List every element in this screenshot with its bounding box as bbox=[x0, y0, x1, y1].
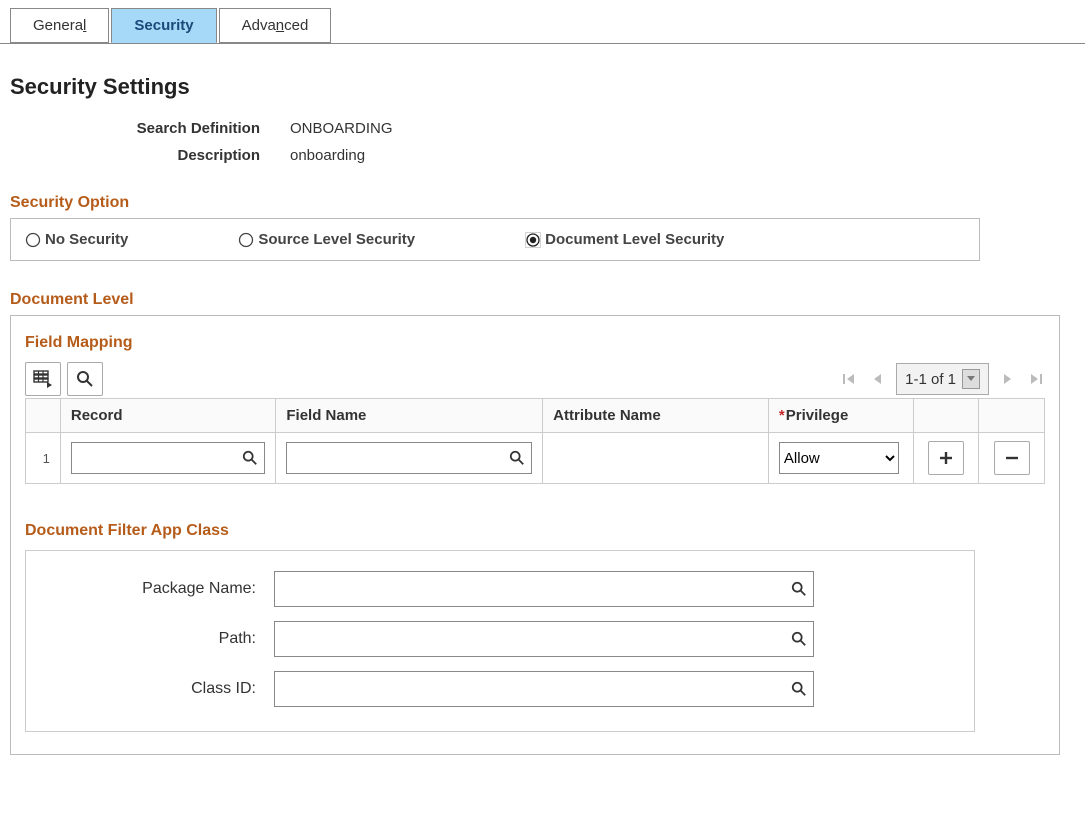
tab-advanced[interactable]: Advanced bbox=[219, 8, 332, 43]
pager-last-icon[interactable] bbox=[1027, 372, 1045, 386]
package-name-lookup[interactable] bbox=[274, 571, 814, 607]
page-title: Security Settings bbox=[10, 74, 1075, 100]
attribute-name-cell bbox=[543, 433, 769, 484]
pager-first-icon[interactable] bbox=[840, 372, 858, 386]
col-attribute-name[interactable]: Attribute Name bbox=[543, 399, 769, 433]
path-input[interactable] bbox=[275, 622, 813, 656]
class-id-label: Class ID: bbox=[44, 680, 274, 698]
grid-action-button[interactable] bbox=[25, 362, 61, 396]
grid-header-row: Record Field Name Attribute Name *Privil… bbox=[26, 399, 1045, 433]
tab-general-key: l bbox=[83, 17, 86, 34]
tab-general[interactable]: General bbox=[10, 8, 109, 43]
col-delete bbox=[979, 399, 1045, 433]
grid-toolbar: 1-1 of 1 bbox=[25, 362, 1045, 396]
search-definition-label: Search Definition bbox=[10, 120, 290, 137]
pager-prev-icon[interactable] bbox=[868, 372, 886, 386]
search-icon[interactable] bbox=[791, 581, 807, 597]
row-number: 1 bbox=[26, 433, 61, 484]
search-icon[interactable] bbox=[509, 450, 525, 466]
tab-bar: General Security Advanced bbox=[0, 0, 1085, 44]
radio-no-security-label: No Security bbox=[45, 231, 128, 248]
document-level-heading: Document Level bbox=[10, 291, 1075, 309]
field-mapping-grid: Record Field Name Attribute Name *Privil… bbox=[25, 398, 1045, 484]
tab-security-label: Security bbox=[134, 17, 193, 34]
radio-no-security[interactable]: No Security bbox=[25, 231, 128, 248]
package-name-input[interactable] bbox=[275, 572, 813, 606]
col-field-name[interactable]: Field Name bbox=[276, 399, 543, 433]
col-add bbox=[913, 399, 979, 433]
required-indicator: * bbox=[779, 407, 785, 424]
security-option-heading: Security Option bbox=[10, 194, 1075, 212]
col-privilege[interactable]: *Privilege bbox=[768, 399, 913, 433]
description-value: onboarding bbox=[290, 147, 365, 164]
class-id-lookup[interactable] bbox=[274, 671, 814, 707]
col-record[interactable]: Record bbox=[60, 399, 275, 433]
col-rownum bbox=[26, 399, 61, 433]
pager-dropdown-icon[interactable] bbox=[962, 369, 980, 389]
add-row-button[interactable] bbox=[928, 441, 964, 475]
search-icon[interactable] bbox=[242, 450, 258, 466]
pager-next-icon[interactable] bbox=[999, 372, 1017, 386]
search-icon[interactable] bbox=[791, 631, 807, 647]
tab-advanced-suffix: ced bbox=[284, 17, 308, 34]
grid-row: 1 bbox=[26, 433, 1045, 484]
radio-source-level[interactable]: Source Level Security bbox=[238, 231, 415, 248]
tab-general-prefix: Genera bbox=[33, 17, 83, 34]
pager-text: 1-1 of 1 bbox=[905, 371, 956, 388]
security-option-group: No Security Source Level Security Docume… bbox=[10, 218, 980, 261]
filter-app-class-heading: Document Filter App Class bbox=[25, 522, 1045, 540]
class-id-input[interactable] bbox=[275, 672, 813, 706]
radio-document-level[interactable]: Document Level Security bbox=[525, 231, 724, 248]
tab-security[interactable]: Security bbox=[111, 8, 216, 43]
filter-app-class-box: Package Name: Path: Class ID bbox=[25, 550, 975, 732]
radio-checked-icon bbox=[525, 232, 541, 248]
privilege-select[interactable]: Allow bbox=[779, 442, 899, 474]
document-level-box: Field Mapping bbox=[10, 315, 1060, 755]
grid-find-button[interactable] bbox=[67, 362, 103, 396]
minus-icon bbox=[1004, 450, 1020, 466]
record-lookup[interactable] bbox=[71, 442, 265, 474]
pager[interactable]: 1-1 of 1 bbox=[896, 363, 989, 395]
field-name-lookup[interactable] bbox=[286, 442, 532, 474]
search-icon bbox=[76, 370, 94, 388]
delete-row-button[interactable] bbox=[994, 441, 1030, 475]
search-icon[interactable] bbox=[791, 681, 807, 697]
tab-advanced-prefix: Adva bbox=[242, 17, 276, 34]
path-lookup[interactable] bbox=[274, 621, 814, 657]
radio-unchecked-icon bbox=[238, 232, 254, 248]
field-mapping-heading: Field Mapping bbox=[25, 334, 1045, 352]
radio-source-level-label: Source Level Security bbox=[258, 231, 415, 248]
tab-advanced-key: n bbox=[276, 17, 284, 34]
radio-document-level-label: Document Level Security bbox=[545, 231, 724, 248]
plus-icon bbox=[938, 450, 954, 466]
col-privilege-label: Privilege bbox=[786, 407, 849, 424]
path-label: Path: bbox=[44, 630, 274, 648]
search-definition-value: ONBOARDING bbox=[290, 120, 393, 137]
description-label: Description bbox=[10, 147, 290, 164]
package-name-label: Package Name: bbox=[44, 580, 274, 598]
radio-unchecked-icon bbox=[25, 232, 41, 248]
record-input[interactable] bbox=[72, 443, 264, 473]
grid-action-icon bbox=[33, 370, 53, 388]
field-name-input[interactable] bbox=[287, 443, 531, 473]
